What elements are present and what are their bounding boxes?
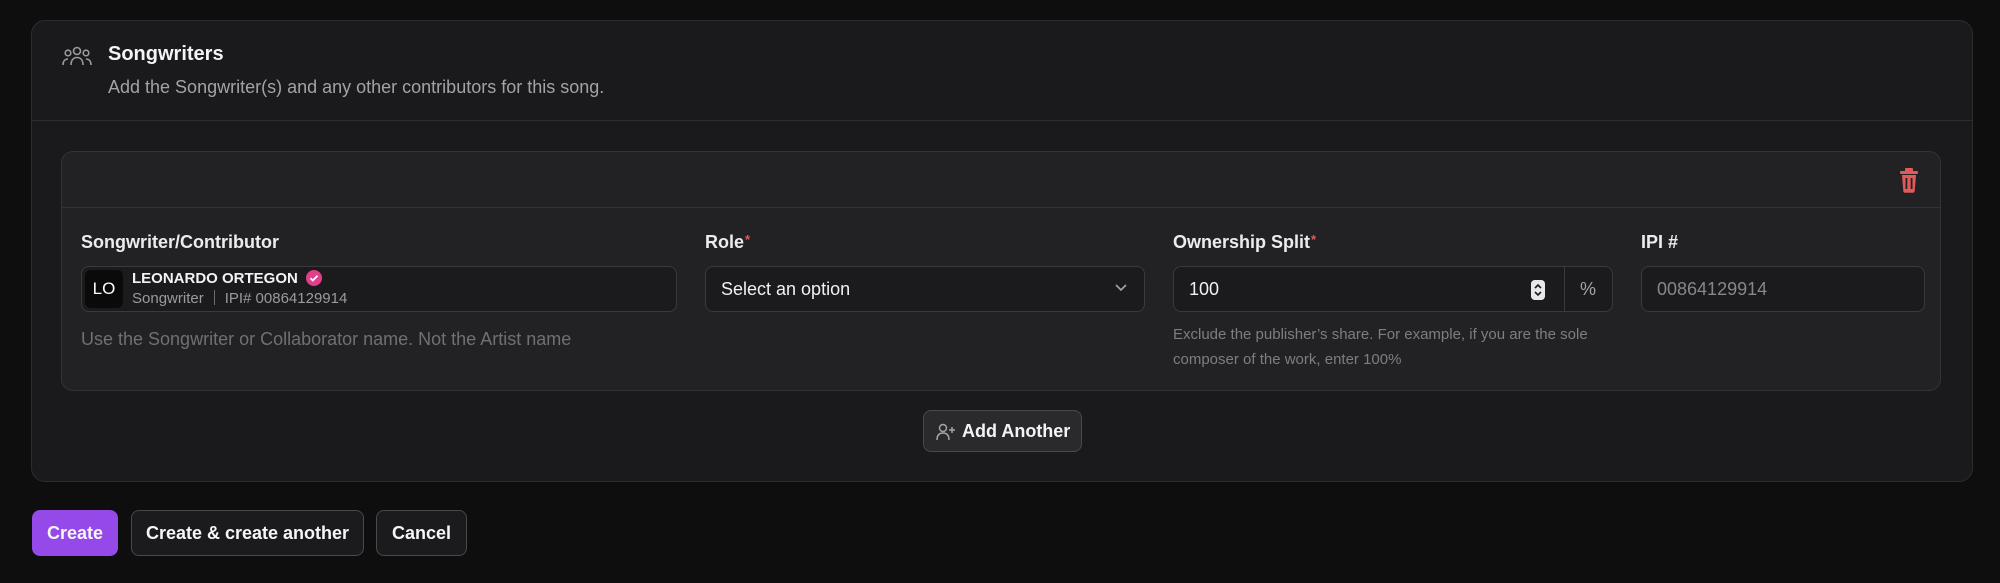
ownership-split-value: 100 bbox=[1189, 279, 1220, 299]
users-icon bbox=[62, 46, 92, 66]
card-toolbar bbox=[62, 152, 1940, 208]
ipi-label: IPI # bbox=[1641, 232, 1679, 252]
songwriter-role: Songwriter bbox=[132, 290, 204, 307]
divider bbox=[213, 290, 215, 305]
songwriter-meta: Songwriter IPI# 00864129914 bbox=[132, 290, 347, 307]
section-description: Add the Songwriter(s) and any other cont… bbox=[108, 77, 605, 97]
role-label-text: Role bbox=[705, 232, 745, 252]
section-title: Songwriters bbox=[108, 43, 224, 65]
user-plus-icon bbox=[936, 423, 955, 441]
songwriters-section: Songwriters Add the Songwriter(s) and an… bbox=[31, 20, 1973, 482]
ownership-label-text: Ownership Split bbox=[1173, 232, 1311, 252]
section-header: Songwriters Add the Songwriter(s) and an… bbox=[32, 21, 1972, 121]
ownership-hint-line1: Exclude the publisher’s share. For examp… bbox=[1173, 326, 1588, 343]
role-label: Role* bbox=[705, 232, 750, 253]
role-select-value: Select an option bbox=[721, 279, 851, 299]
songwriter-name: LEONARDO ORTEGON bbox=[132, 270, 298, 287]
number-stepper-icon[interactable] bbox=[1531, 280, 1545, 300]
add-another-button[interactable]: Add Another bbox=[923, 410, 1082, 452]
ownership-label: Ownership Split* bbox=[1173, 232, 1316, 253]
add-another-label: Add Another bbox=[962, 421, 1071, 441]
ipi-input[interactable]: 00864129914 bbox=[1641, 266, 1925, 312]
ownership-hint: Exclude the publisher’s share. For examp… bbox=[1173, 322, 1588, 372]
ownership-split-input[interactable]: 100 % bbox=[1173, 266, 1613, 312]
songwriter-select[interactable]: LO LEONARDO ORTEGON Songwriter IPI# 00864… bbox=[81, 266, 677, 312]
avatar: LO bbox=[85, 270, 123, 308]
songwriter-hint: Use the Songwriter or Collaborator name.… bbox=[81, 329, 572, 349]
verified-check-icon bbox=[306, 270, 323, 286]
create-button[interactable]: Create bbox=[32, 510, 118, 556]
ownership-hint-line2: composer of the work, enter 100% bbox=[1173, 351, 1402, 368]
songwriter-card: Songwriter/Contributor LO LEONARDO ORTEG… bbox=[61, 151, 1941, 391]
songwriter-label: Songwriter/Contributor bbox=[81, 232, 279, 252]
cancel-button[interactable]: Cancel bbox=[376, 510, 467, 556]
chevron-down-icon bbox=[1115, 284, 1127, 292]
ipi-value: 00864129914 bbox=[1657, 279, 1768, 299]
required-mark: * bbox=[1311, 232, 1317, 247]
songwriter-ipi: IPI# 00864129914 bbox=[224, 290, 348, 307]
required-mark: * bbox=[745, 232, 751, 247]
create-another-button[interactable]: Create & create another bbox=[131, 510, 364, 556]
percent-suffix: % bbox=[1579, 279, 1596, 299]
songwriter-name-row: LEONARDO ORTEGON bbox=[132, 270, 323, 287]
trash-icon[interactable] bbox=[1898, 167, 1920, 193]
role-select[interactable]: Select an option bbox=[705, 266, 1145, 312]
